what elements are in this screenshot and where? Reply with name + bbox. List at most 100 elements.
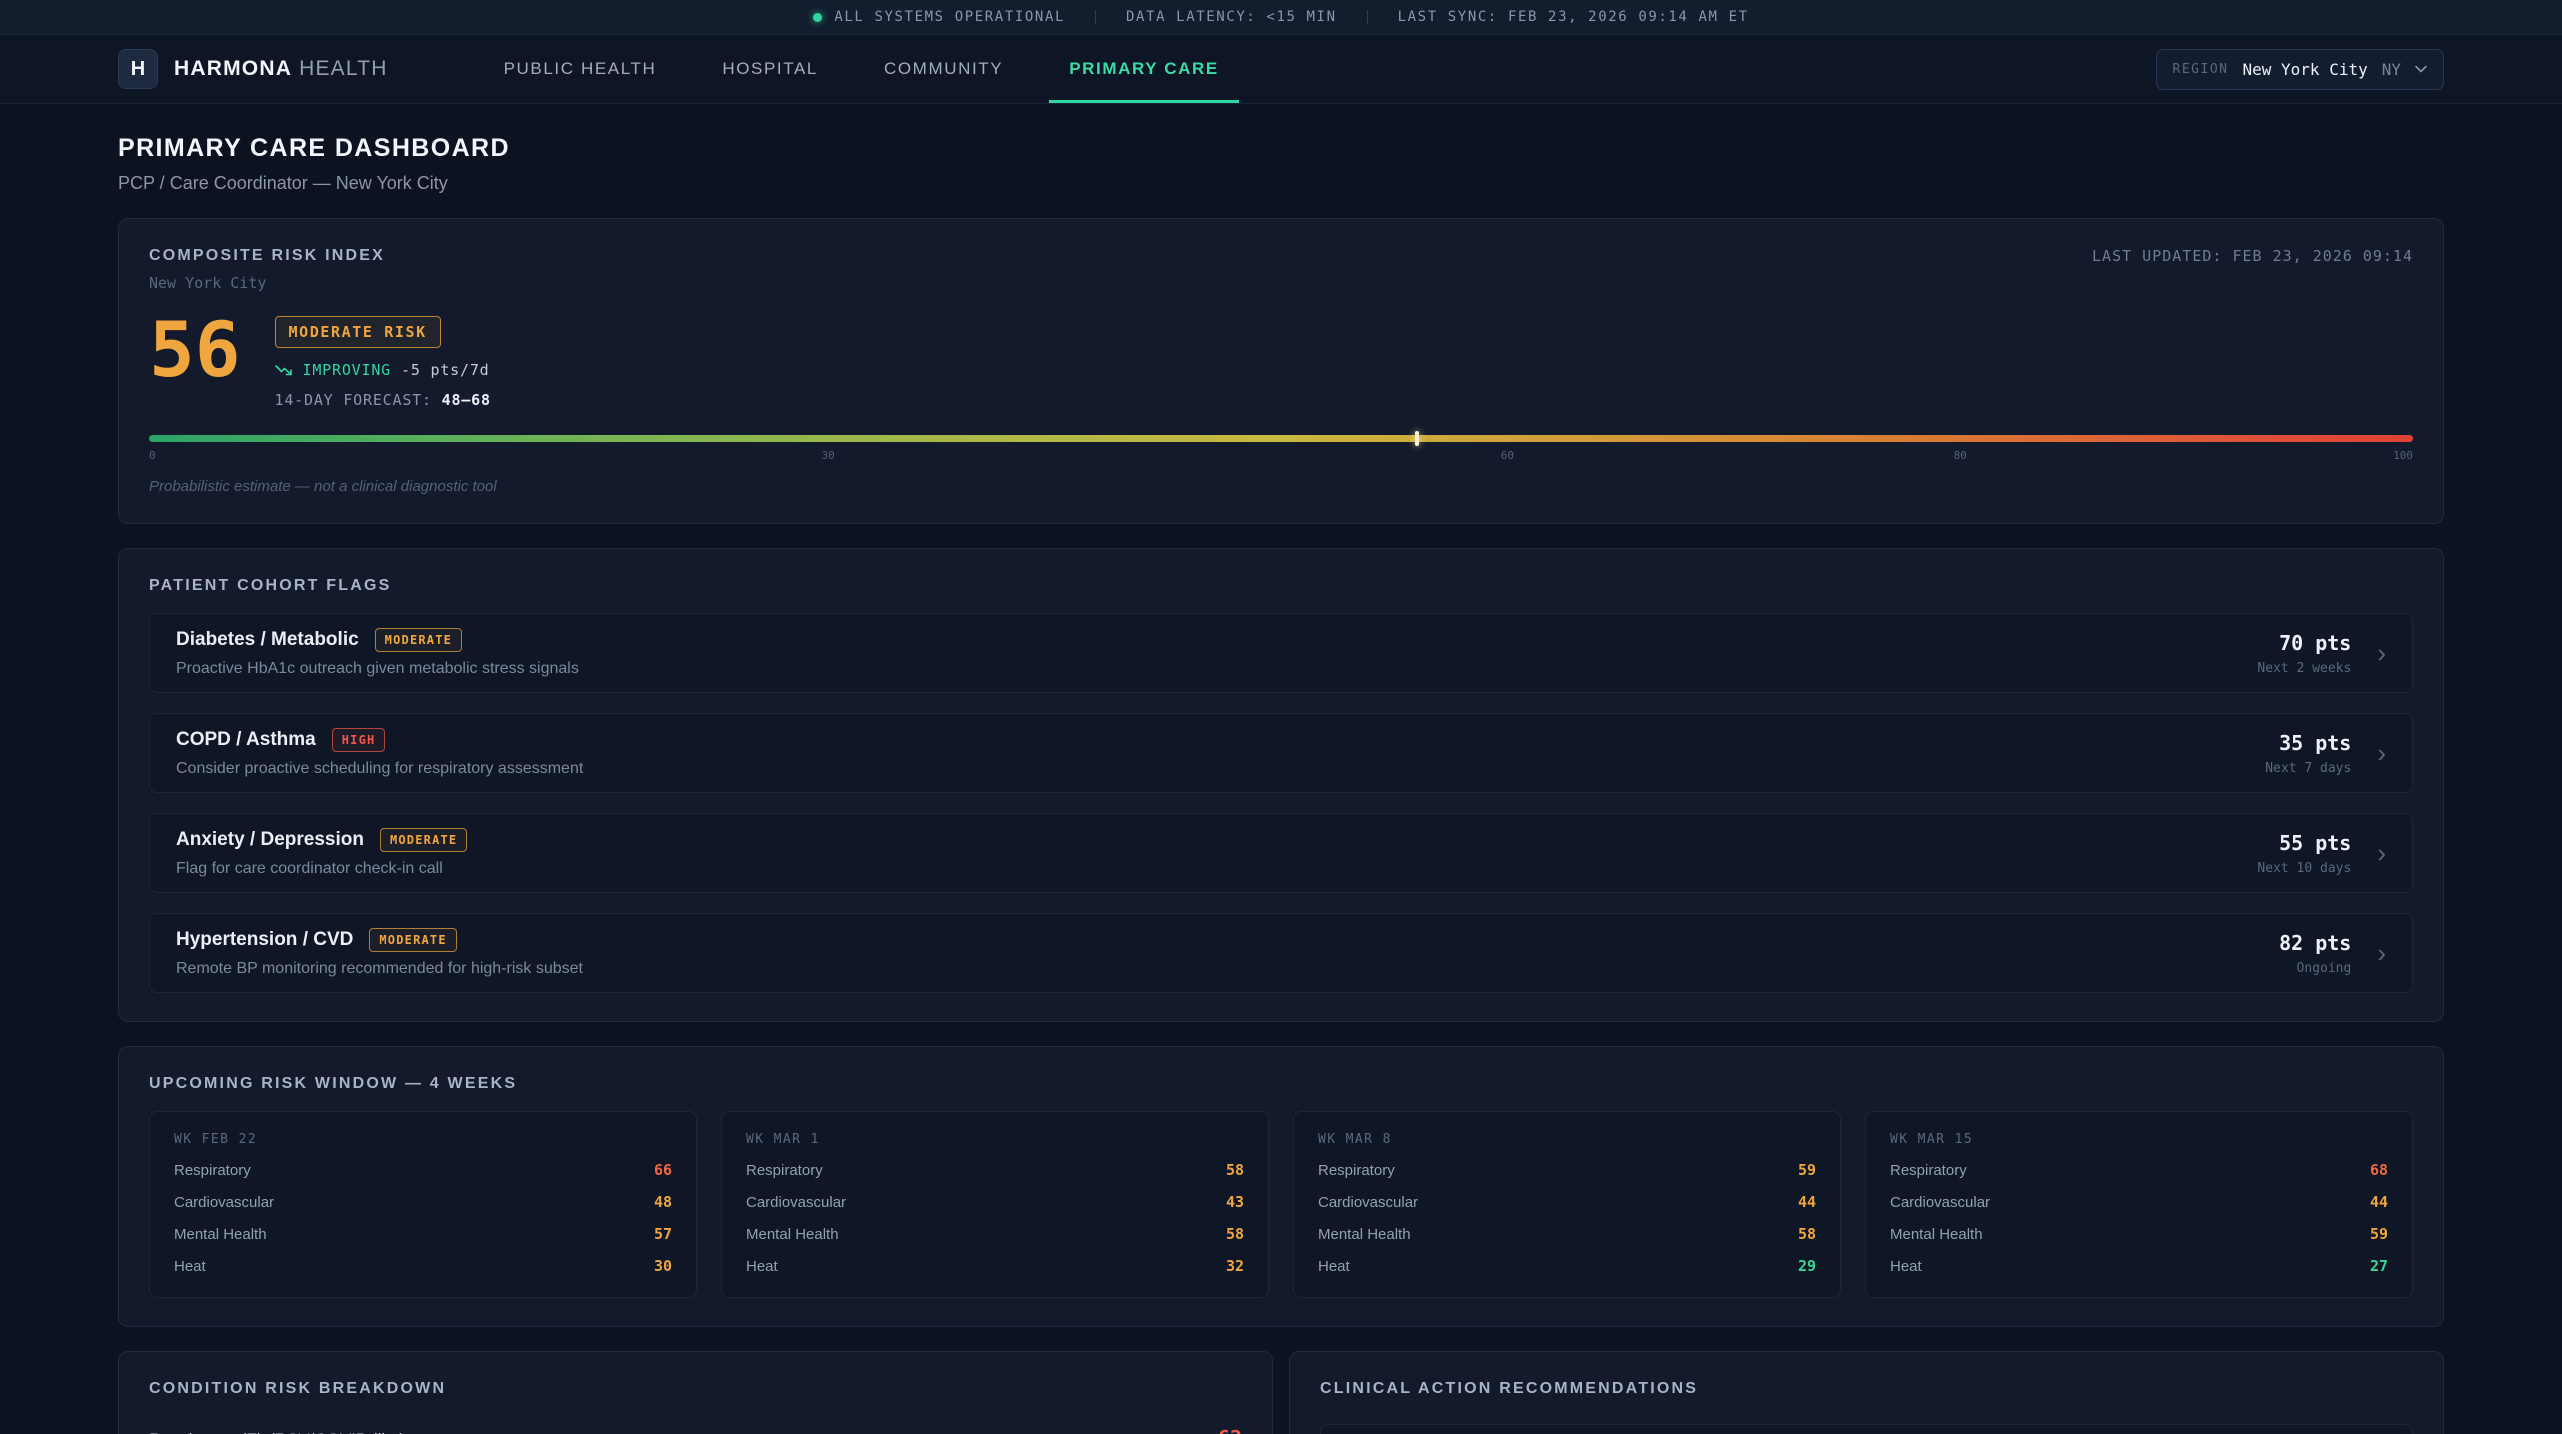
page-subtitle: PCP / Care Coordinator — New York City [118,173,2444,194]
cohort-row-anxiety[interactable]: Anxiety / Depression MODERATE Flag for c… [149,813,2413,893]
metric-row: Respiratory 59 [1318,1161,1816,1179]
forecast-label: 14-DAY FORECAST: [275,391,432,409]
condition-row-respiratory: Respiratory (Flu/RSV/COVID-like) HIGH 62 [149,1426,1242,1434]
cohort-points: 55 pts [2257,831,2351,855]
gauge-tick: 60 [1501,449,1514,462]
cohort-name: Diabetes / Metabolic [176,629,359,651]
chevron-down-icon [2415,65,2427,73]
cohort-name: Anxiety / Depression [176,829,364,851]
risk-card-title: COMPOSITE RISK INDEX [149,247,385,265]
cohort-row-copd[interactable]: COPD / Asthma HIGH Consider proactive sc… [149,713,2413,793]
metric-name: Heat [1318,1258,1350,1275]
metric-row: Cardiovascular 44 [1890,1193,2388,1211]
metric-name: Heat [746,1258,778,1275]
gauge-marker [1415,431,1419,446]
status-bar: ALL SYSTEMS OPERATIONAL DATA LATENCY: <1… [0,0,2562,35]
cohort-window: Next 7 days [2265,761,2351,776]
week-card-feb22: WK FEB 22 Respiratory 66 Cardiovascular … [149,1111,697,1298]
chevron-right-icon: › [2377,740,2386,766]
metric-value: 48 [654,1193,672,1211]
cohort-points: 82 pts [2279,931,2351,955]
metric-name: Respiratory [1890,1162,1967,1179]
metric-value: 58 [1798,1225,1816,1243]
metric-row: Respiratory 58 [746,1161,1244,1179]
cohort-name: Hypertension / CVD [176,929,353,951]
cohort-row-hypertension[interactable]: Hypertension / CVD MODERATE Remote BP mo… [149,913,2413,993]
metric-row: Cardiovascular 48 [174,1193,672,1211]
tab-community[interactable]: COMMUNITY [864,35,1023,103]
system-status: ALL SYSTEMS OPERATIONAL [813,9,1065,25]
condition-breakdown-card: CONDITION RISK BREAKDOWN Respiratory (Fl… [118,1351,1273,1434]
metric-name: Heat [1890,1258,1922,1275]
cohort-points: 70 pts [2257,631,2351,655]
severity-badge: MODERATE [380,828,467,852]
trend-label: IMPROVING [303,361,391,379]
week-label: WK MAR 15 [1890,1132,2388,1147]
condition-value: 62 [1218,1426,1242,1434]
chevron-right-icon: › [2377,940,2386,966]
cohort-window: Next 10 days [2257,861,2351,876]
risk-score: 56 [149,314,241,386]
metric-value: 44 [2370,1193,2388,1211]
risk-window-card: UPCOMING RISK WINDOW — 4 WEEKS WK FEB 22… [118,1046,2444,1327]
last-sync-text: LAST SYNC: FEB 23, 2026 09:14 AM ET [1398,9,1749,25]
metric-value: 59 [2370,1225,2388,1243]
week-card-mar1: WK MAR 1 Respiratory 58 Cardiovascular 4… [721,1111,1269,1298]
data-latency-text: DATA LATENCY: <15 MIN [1126,9,1337,25]
cohort-name: COPD / Asthma [176,729,316,751]
metric-value: 68 [2370,1161,2388,1179]
recommendations-card: CLINICAL ACTION RECOMMENDATIONS 1 Consid… [1289,1351,2444,1434]
main-nav: PUBLIC HEALTH HOSPITAL COMMUNITY PRIMARY… [484,35,2156,103]
metric-name: Respiratory [1318,1162,1395,1179]
condition-name: Respiratory (Flu/RSV/COVID-like) [149,1430,405,1434]
cohort-description: Proactive HbA1c outreach given metabolic… [176,660,579,678]
metric-name: Cardiovascular [1318,1194,1418,1211]
week-card-mar15: WK MAR 15 Respiratory 68 Cardiovascular … [1865,1111,2413,1298]
metric-row: Respiratory 68 [1890,1161,2388,1179]
metric-value: 57 [654,1225,672,1243]
metric-row: Cardiovascular 44 [1318,1193,1816,1211]
risk-window-title: UPCOMING RISK WINDOW — 4 WEEKS [149,1075,2413,1093]
metric-row: Mental Health 58 [746,1225,1244,1243]
gauge-gradient-bar [149,435,2413,442]
trend-indicator: IMPROVING -5 pts/7d [275,361,491,379]
gauge-scale: 0 30 60 80 100 [149,449,2413,464]
brand-name-bold: HARMONA [174,57,292,80]
metric-value: 32 [1226,1257,1244,1275]
trend-delta: -5 pts/7d [401,361,489,379]
metric-value: 44 [1798,1193,1816,1211]
composite-risk-card: COMPOSITE RISK INDEX LAST UPDATED: FEB 2… [118,218,2444,524]
gauge-tick: 0 [149,449,156,462]
metric-name: Respiratory [174,1162,251,1179]
week-label: WK MAR 8 [1318,1132,1816,1147]
tab-hospital[interactable]: HOSPITAL [702,35,838,103]
cohort-description: Consider proactive scheduling for respir… [176,760,583,778]
metric-name: Cardiovascular [174,1194,274,1211]
status-dot-icon [813,13,822,22]
week-label: WK MAR 1 [746,1132,1244,1147]
risk-gauge [149,435,2413,442]
severity-badge: MODERATE [375,628,462,652]
tab-primary-care[interactable]: PRIMARY CARE [1049,35,1239,103]
system-status-text: ALL SYSTEMS OPERATIONAL [834,9,1065,25]
metric-row: Respiratory 66 [174,1161,672,1179]
brand-logo: H [118,49,158,89]
page-title: PRIMARY CARE DASHBOARD [118,134,2444,163]
week-label: WK FEB 22 [174,1132,672,1147]
recommendations-title: CLINICAL ACTION RECOMMENDATIONS [1320,1380,2413,1398]
cohort-list: Diabetes / Metabolic MODERATE Proactive … [149,613,2413,993]
metric-name: Cardiovascular [746,1194,846,1211]
metric-value: 29 [1798,1257,1816,1275]
region-selector[interactable]: REGION New York City NY [2156,49,2444,90]
tab-public-health[interactable]: PUBLIC HEALTH [484,35,677,103]
risk-level-badge: MODERATE RISK [275,316,441,348]
metric-row: Mental Health 59 [1890,1225,2388,1243]
gauge-tick: 80 [1954,449,1967,462]
severity-badge: HIGH [332,728,386,752]
divider [1095,10,1096,24]
weeks-grid: WK FEB 22 Respiratory 66 Cardiovascular … [149,1111,2413,1298]
gauge-tick: 100 [2393,449,2413,462]
cohort-row-diabetes[interactable]: Diabetes / Metabolic MODERATE Proactive … [149,613,2413,693]
metric-name: Mental Health [746,1226,839,1243]
metric-value: 27 [2370,1257,2388,1275]
